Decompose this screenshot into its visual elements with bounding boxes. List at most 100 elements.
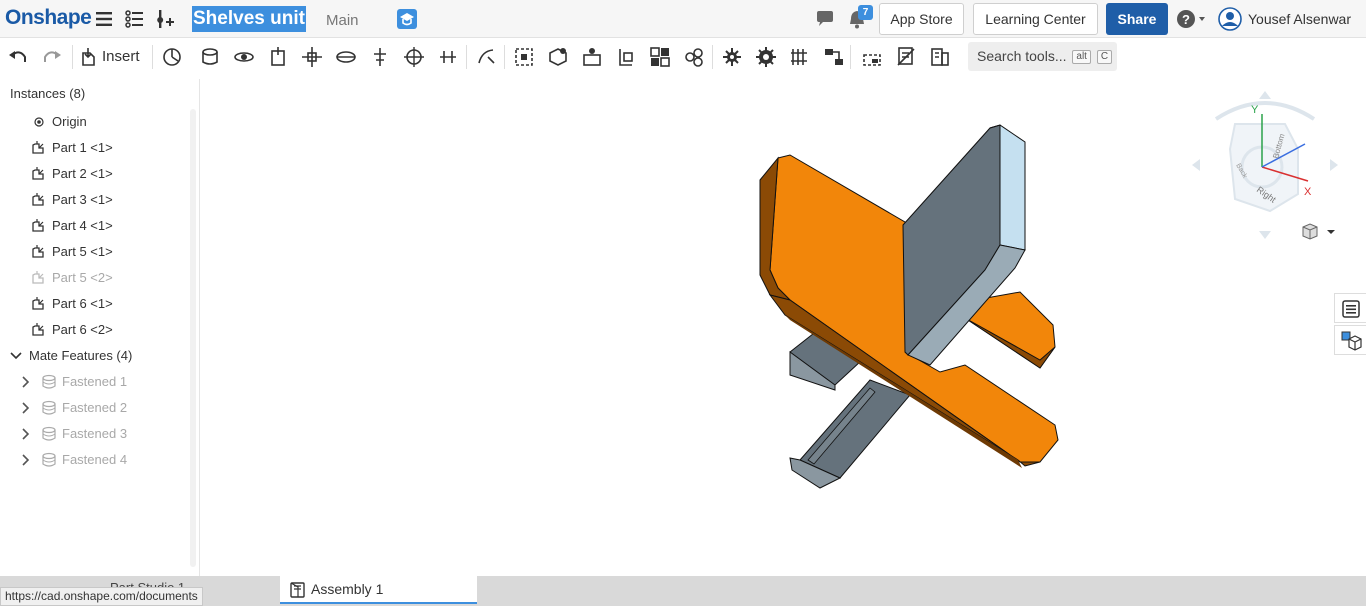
mate-item[interactable]: Fastened 1 (0, 369, 190, 395)
part-icon (32, 245, 44, 258)
chevron-down-icon (1327, 230, 1335, 234)
instance-item[interactable]: Part 5 <1> (0, 239, 190, 265)
cylindrical-mate-icon[interactable] (334, 45, 358, 69)
learning-center-button[interactable]: Learning Center (973, 3, 1098, 35)
chevron-right-icon (22, 402, 30, 414)
measure-icon[interactable] (928, 45, 952, 69)
mate-item[interactable]: Fastened 4 (0, 447, 190, 473)
instance-item[interactable]: Part 5 <2> (0, 265, 190, 291)
panel-scrollbar[interactable] (190, 109, 196, 567)
y-axis-label: Y (1251, 104, 1259, 116)
shortcut-key-c: C (1096, 50, 1113, 65)
instance-item[interactable]: Part 4 <1> (0, 213, 190, 239)
x-axis-label: X (1304, 186, 1312, 198)
mate-label: Fastened 1 (62, 374, 128, 389)
explode-icon[interactable] (860, 45, 884, 69)
tab-bar: Part Studio 1 Assembly 1 (0, 576, 1366, 606)
user-name[interactable]: Yousef Alsenwar (1248, 11, 1351, 27)
mate-item[interactable]: Fastened 3 (0, 421, 190, 447)
assembly-tab-icon (290, 582, 305, 598)
toolbar-divider (850, 45, 851, 69)
tangent-mate-icon[interactable] (474, 45, 498, 69)
search-tools-input[interactable]: Search tools... alt C (968, 42, 1117, 71)
learning-cap-icon[interactable] (396, 8, 418, 30)
redo-icon[interactable] (40, 45, 64, 69)
instance-label: Part 6 <2> (52, 322, 113, 337)
fastened-mate-icon (42, 400, 56, 415)
pin-slot-mate-icon[interactable] (368, 45, 392, 69)
feature-list-icon[interactable] (124, 8, 146, 30)
group-icon[interactable] (512, 45, 536, 69)
view-cube[interactable]: Y X Bottom Right Back (1190, 89, 1340, 239)
instance-item[interactable]: Part 6 <2> (0, 317, 190, 343)
section-icon[interactable] (894, 45, 918, 69)
onshape-logo[interactable]: Onshape (5, 6, 92, 30)
pattern-icon[interactable] (682, 45, 706, 69)
view-cube-up-arrow[interactable] (1259, 91, 1271, 99)
part-icon (32, 141, 44, 154)
view-cube-down-arrow[interactable] (1259, 231, 1271, 239)
part-icon (32, 219, 44, 232)
origin-item[interactable]: Origin (0, 109, 190, 135)
view-cube-rotate-arc[interactable] (1214, 101, 1316, 121)
instance-item[interactable]: Part 6 <1> (0, 291, 190, 317)
document-title[interactable]: Shelves unit (192, 6, 306, 32)
avatar-icon[interactable] (1218, 7, 1242, 31)
insert-button[interactable]: Insert (80, 44, 140, 70)
instance-label: Part 3 <1> (52, 192, 113, 207)
instance-label: Part 2 <1> (52, 166, 113, 181)
mate-features-title: Mate Features (4) (29, 348, 133, 363)
fastened-mate-icon (42, 452, 56, 467)
instance-list-panel: Instances (8) Origin Part 1 <1> Part 2 <1>… (0, 79, 200, 576)
mate-connector-2-icon[interactable] (580, 45, 604, 69)
ball-mate-icon[interactable] (402, 45, 426, 69)
branch-label[interactable]: Main (326, 12, 359, 29)
tab-assembly-label: Assembly 1 (311, 581, 384, 597)
linear-pattern-icon[interactable] (648, 45, 672, 69)
search-tools-label: Search tools... (977, 48, 1067, 64)
graphics-viewport[interactable]: Y X Bottom Right Back (201, 76, 1366, 576)
toolbar: Insert undefined Search tools... alt C (0, 39, 1366, 75)
instance-item[interactable]: Part 2 <1> (0, 161, 190, 187)
origin-icon (34, 117, 44, 127)
tangent-2-icon[interactable] (614, 45, 638, 69)
instance-item[interactable]: Part 1 <1> (0, 135, 190, 161)
toolbar-divider (712, 45, 713, 69)
mate-label: Fastened 2 (62, 400, 128, 415)
mate-label: Fastened 3 (62, 426, 128, 441)
share-button[interactable]: Share (1106, 3, 1168, 35)
instances-title: Instances (8) (10, 86, 86, 101)
part-icon (32, 167, 44, 180)
instance-item[interactable]: Part 3 <1> (0, 187, 190, 213)
planar-mate-icon[interactable] (300, 45, 324, 69)
menu-icon[interactable] (94, 8, 116, 30)
parallel-mate-icon[interactable] (436, 45, 460, 69)
view-options-dropdown[interactable] (1300, 222, 1336, 242)
app-store-button[interactable]: App Store (879, 3, 964, 35)
view-cube-left-arrow[interactable] (1192, 159, 1200, 171)
gear-relation-icon[interactable] (720, 45, 744, 69)
replicate-icon[interactable] (546, 45, 570, 69)
view-cube-right-arrow[interactable] (1330, 159, 1338, 171)
notification-badge: 7 (858, 5, 873, 20)
fastened-mate-icon[interactable] (198, 45, 222, 69)
mate-features-header[interactable]: Mate Features (4) (0, 343, 190, 369)
linear-relation-icon[interactable] (822, 45, 846, 69)
instance-label: Part 5 <2> (52, 270, 113, 285)
appearance-panel-button[interactable] (1334, 325, 1366, 355)
part-icon (32, 271, 44, 284)
rack-pinion-icon[interactable] (754, 45, 778, 69)
bom-panel-button[interactable] (1334, 293, 1366, 323)
bom-icon[interactable]: undefined (0, 45, 24, 69)
mate-connector-icon[interactable] (160, 45, 184, 69)
screw-relation-icon[interactable] (788, 45, 812, 69)
toolbar-divider (466, 45, 467, 69)
mate-item[interactable]: Fastened 2 (0, 395, 190, 421)
add-element-icon[interactable] (156, 8, 178, 30)
part-icon (32, 297, 44, 310)
slider-mate-icon[interactable] (266, 45, 290, 69)
tab-assembly[interactable]: Assembly 1 (280, 576, 477, 604)
revolute-mate-icon[interactable] (232, 45, 256, 69)
help-icon[interactable]: ? (1176, 8, 1205, 30)
comments-icon[interactable] (814, 8, 836, 30)
